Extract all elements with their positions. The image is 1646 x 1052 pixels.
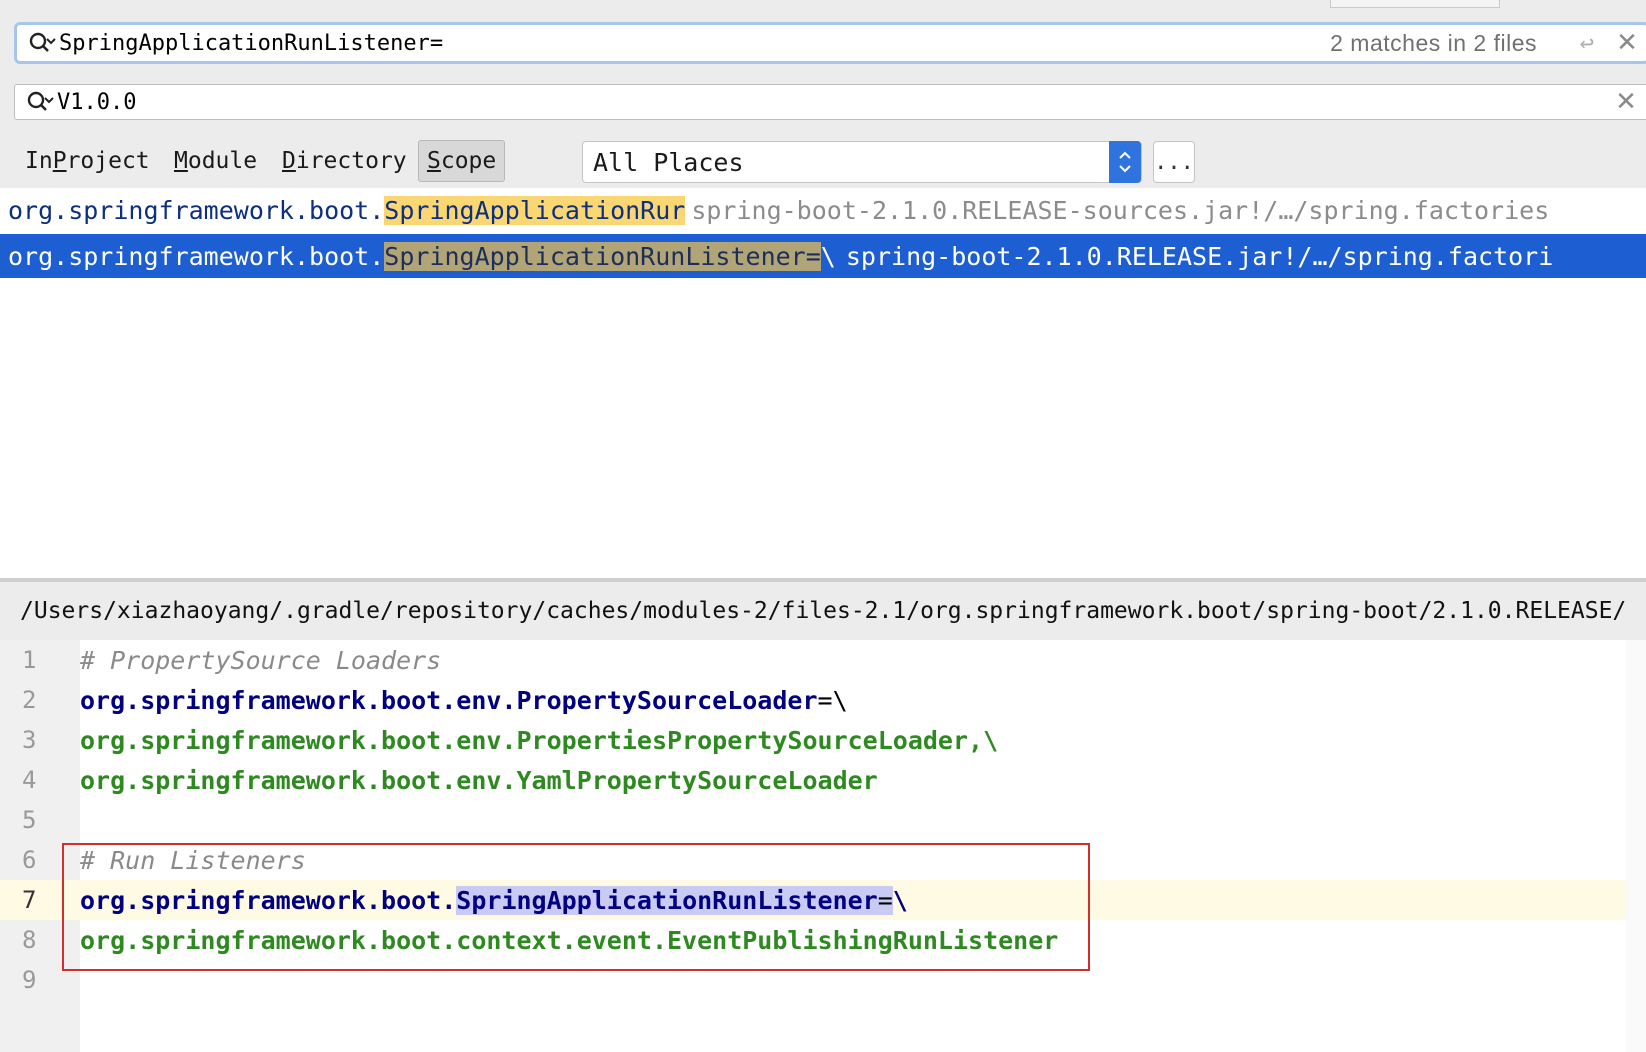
result-row[interactable]: org.springframework.boot. SpringApplicati… [0,188,1646,232]
code-line: 5 [0,800,1646,840]
code-line: 2 org.springframework.boot.env.PropertyS… [0,680,1646,720]
tab-scope[interactable]: Scope [418,140,506,182]
chevron-updown-icon[interactable] [1109,141,1141,183]
clear-search-icon[interactable]: ✕ [1607,28,1646,58]
file-mask-field[interactable]: V1.0.0 ✕ [14,84,1646,120]
code-line: 1 # PropertySource Loaders [0,640,1646,680]
tab-in-project[interactable]: In Project [17,140,158,182]
code-line: 4 org.springframework.boot.env.YamlPrope… [0,760,1646,800]
clear-file-mask-icon[interactable]: ✕ [1606,87,1646,117]
more-scopes-button[interactable]: ... [1153,141,1195,183]
file-mask-input[interactable]: V1.0.0 [57,90,1606,115]
code-line: 9 [0,960,1646,1000]
match-highlight: SpringApplicationRunListener= [384,241,821,271]
window-tab-edge [1330,0,1500,8]
code-line: 3 org.springframework.boot.env.Propertie… [0,720,1646,760]
preview-file-path: /Users/xiazhaoyang/.gradle/repository/ca… [0,582,1646,640]
search-query-field[interactable]: SpringApplicationRunListener= 2 matches … [14,22,1646,64]
match-highlight: SpringApplicationRur [384,195,686,225]
file-mask-history-icon[interactable] [23,87,57,117]
editor-scrollbar[interactable] [1626,640,1646,1052]
new-line-icon[interactable]: ↩ [1567,29,1607,57]
preview-editor[interactable]: 1 # PropertySource Loaders 2 org.springf… [0,640,1646,1052]
result-location: spring-boot-2.1.0.RELEASE-sources.jar!/…… [691,195,1550,225]
search-history-icon[interactable] [25,28,59,58]
result-row-selected[interactable]: org.springframework.boot. SpringApplicati… [0,234,1646,278]
tab-directory[interactable]: Directory [274,140,415,182]
results-list: org.springframework.boot. SpringApplicati… [0,188,1646,578]
code-line: 6 # Run Listeners [0,840,1646,880]
search-input[interactable]: SpringApplicationRunListener= [59,31,1330,56]
code-line-current: 7 org.springframework.boot. SpringApplica… [0,880,1646,920]
scope-dropdown[interactable]: All Places [582,141,1142,183]
scope-dropdown-value: All Places [593,147,744,177]
tab-module[interactable]: Module [166,140,265,182]
match-count-label: 2 matches in 2 files [1330,29,1537,56]
usage-highlight: SpringApplicationRunListener [456,885,878,915]
result-location: spring-boot-2.1.0.RELEASE.jar!/…/spring.… [845,241,1554,271]
code-line: 8 org.springframework.boot.context.event… [0,920,1646,960]
